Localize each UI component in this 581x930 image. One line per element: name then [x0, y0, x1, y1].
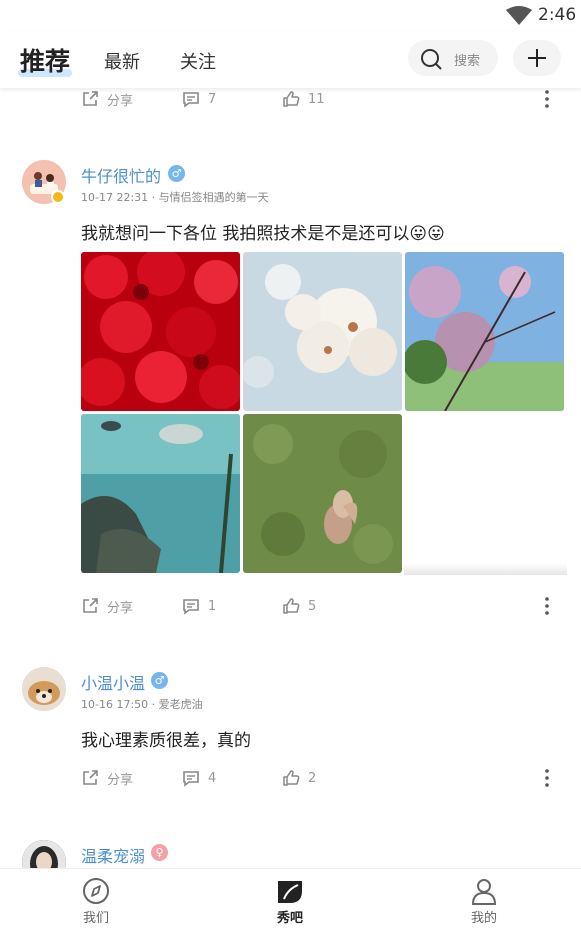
tab-label: 推荐 — [20, 47, 71, 76]
like-count: 5 — [308, 598, 317, 614]
clock: 2:46 — [538, 5, 577, 25]
share-icon — [83, 770, 98, 785]
post-actions: 分享 4 2 — [0, 763, 581, 793]
avatar[interactable] — [22, 667, 66, 711]
male-icon: ♂ — [168, 165, 185, 182]
nav-label: 我们 — [82, 911, 109, 926]
search-button[interactable]: 搜索 — [408, 40, 498, 76]
comment-count: 1 — [208, 598, 217, 614]
share-button[interactable]: 分享 — [81, 84, 133, 114]
photo-pink-blossom-tree[interactable] — [405, 252, 564, 411]
like-button[interactable]: 11 — [282, 84, 325, 114]
thumbs-up-icon — [283, 91, 300, 107]
photo-grid — [81, 252, 567, 576]
status-bar: 2:46 — [0, 0, 581, 32]
male-icon: ♂ — [151, 672, 168, 689]
post-actions: 分享 7 11 — [0, 84, 581, 114]
add-post-button[interactable] — [513, 40, 561, 76]
like-count: 2 — [308, 770, 317, 786]
tab-recommended[interactable]: 推荐 — [18, 42, 73, 78]
nav-label: 我的 — [470, 911, 497, 926]
like-button[interactable]: 2 — [282, 763, 316, 793]
comment-icon — [183, 599, 199, 615]
like-button[interactable]: 5 — [282, 591, 316, 621]
share-label: 分享 — [107, 93, 134, 109]
female-icon: ♀ — [151, 844, 168, 861]
user-icon — [471, 879, 497, 905]
username[interactable]: 温柔宠溺 — [81, 843, 145, 867]
comment-button[interactable]: 7 — [182, 84, 216, 114]
like-count: 11 — [308, 91, 325, 107]
tab-following[interactable]: 关注 — [180, 48, 216, 74]
thumbs-up-icon — [283, 770, 300, 786]
more-icon[interactable] — [538, 767, 556, 789]
compass-icon — [83, 878, 109, 904]
photo-red-flowers[interactable] — [81, 252, 240, 411]
share-icon — [83, 91, 98, 106]
nav-showbar[interactable]: 秀吧 — [250, 877, 330, 926]
plus-icon — [528, 49, 546, 67]
share-button[interactable]: 分享 — [81, 763, 133, 793]
more-icon[interactable] — [538, 88, 556, 110]
bottom-navigation: 我们 秀吧 我的 — [0, 868, 581, 930]
photo-squirrel-on-grass[interactable] — [243, 414, 402, 573]
share-label: 分享 — [107, 600, 134, 616]
comment-count: 7 — [208, 91, 217, 107]
comment-button[interactable]: 1 — [182, 591, 216, 621]
comment-icon — [183, 771, 199, 787]
avatar-dog-photo — [22, 667, 66, 711]
leaf-icon — [278, 881, 302, 903]
divider — [404, 563, 567, 575]
username[interactable]: 小温小温 — [81, 670, 145, 694]
comment-icon — [183, 92, 199, 108]
tab-latest[interactable]: 最新 — [104, 48, 140, 74]
share-button[interactable]: 分享 — [81, 591, 133, 621]
nav-mine[interactable]: 我的 — [444, 877, 524, 926]
search-label: 搜索 — [454, 54, 481, 69]
thumbs-up-icon — [283, 598, 300, 614]
search-icon — [421, 49, 442, 70]
nav-label: 秀吧 — [276, 911, 303, 926]
photo-cherry-blossoms[interactable] — [243, 252, 402, 411]
share-label: 分享 — [107, 772, 134, 788]
post-meta: 10-17 22:31 · 与情侣签相遇的第一天 — [81, 191, 269, 204]
comment-count: 4 — [208, 770, 217, 786]
nav-women[interactable]: 我们 — [56, 877, 136, 926]
verified-badge-icon — [51, 190, 65, 204]
top-header: 推荐 最新 关注 搜索 — [0, 32, 581, 88]
comment-button[interactable]: 4 — [182, 763, 216, 793]
post-actions: 分享 1 5 — [0, 591, 581, 621]
share-icon — [83, 598, 98, 613]
wifi-icon — [506, 6, 532, 25]
username[interactable]: 牛仔很忙的 — [81, 163, 161, 187]
post-meta: 10-16 17:50 · 爱老虎油 — [81, 698, 203, 711]
more-icon[interactable] — [538, 595, 556, 617]
post-text: 我就想问一下各位 我拍照技术是不是还可以😛😛 — [81, 224, 445, 244]
photo-aquarium-fish[interactable] — [81, 414, 240, 573]
post-text: 我心理素质很差，真的 — [81, 731, 251, 751]
